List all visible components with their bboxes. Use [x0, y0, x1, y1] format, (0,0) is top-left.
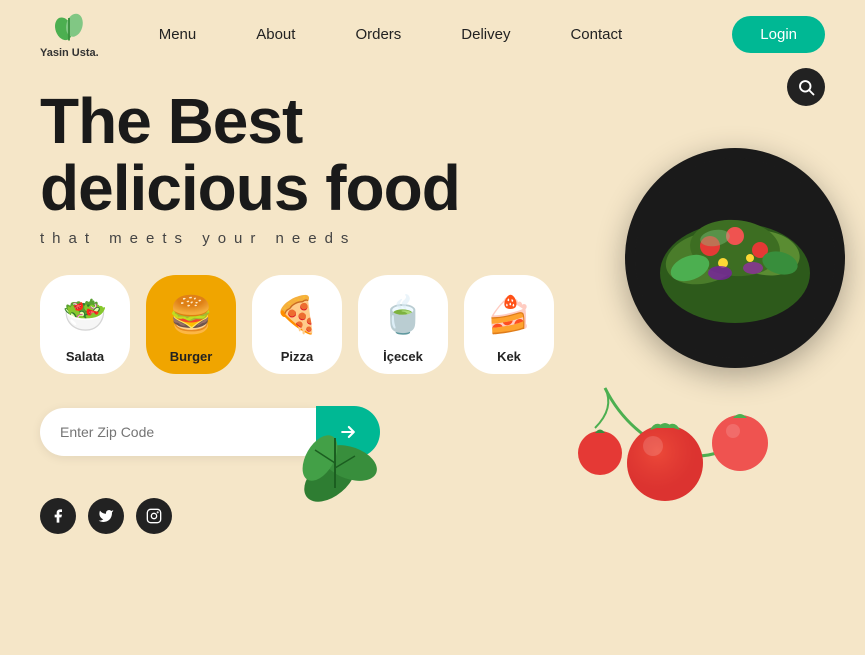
tomatoes-svg	[525, 368, 805, 528]
icecek-label: İçecek	[383, 349, 423, 364]
kek-icon: 🍰	[483, 289, 535, 341]
pizza-label: Pizza	[281, 349, 314, 364]
nav-delivery[interactable]: Delivey	[461, 26, 510, 43]
tomatoes-decoration	[525, 368, 805, 528]
nav-contact[interactable]: Contact	[570, 26, 622, 43]
basil-svg	[280, 408, 400, 528]
salata-icon: 🥗	[59, 289, 111, 341]
basil-decoration	[280, 408, 400, 528]
search-button[interactable]	[787, 68, 825, 106]
category-pizza[interactable]: 🍕 Pizza	[252, 275, 342, 374]
instagram-icon[interactable]	[136, 498, 172, 534]
facebook-icon[interactable]	[40, 498, 76, 534]
nav-links: Menu About Orders Delivey Contact	[159, 26, 733, 43]
category-icecek[interactable]: 🍵 İçecek	[358, 275, 448, 374]
zip-input[interactable]	[40, 408, 316, 456]
search-icon	[797, 78, 815, 96]
nav-menu[interactable]: Menu	[159, 26, 197, 43]
logo-text: Yasin Usta.	[40, 47, 99, 59]
nav-about[interactable]: About	[256, 26, 295, 43]
icecek-icon: 🍵	[377, 289, 429, 341]
nav-right: Login	[732, 16, 825, 53]
salata-label: Salata	[66, 349, 104, 364]
logo[interactable]: Yasin Usta.	[40, 9, 99, 59]
food-plate	[625, 148, 845, 368]
category-salata[interactable]: 🥗 Salata	[40, 275, 130, 374]
category-kek[interactable]: 🍰 Kek	[464, 275, 554, 374]
burger-icon: 🍔	[165, 289, 217, 341]
login-button[interactable]: Login	[732, 16, 825, 53]
hero-section: The Best delicious food that meets your …	[0, 68, 865, 534]
category-burger[interactable]: 🍔 Burger	[146, 275, 236, 374]
salad-image	[635, 158, 835, 358]
burger-label: Burger	[170, 349, 213, 364]
navbar: Yasin Usta. Menu About Orders Delivey Co…	[0, 0, 865, 68]
leaf-icon	[51, 9, 87, 45]
nav-orders[interactable]: Orders	[355, 26, 401, 43]
twitter-icon[interactable]	[88, 498, 124, 534]
pizza-icon: 🍕	[271, 289, 323, 341]
kek-label: Kek	[497, 349, 521, 364]
